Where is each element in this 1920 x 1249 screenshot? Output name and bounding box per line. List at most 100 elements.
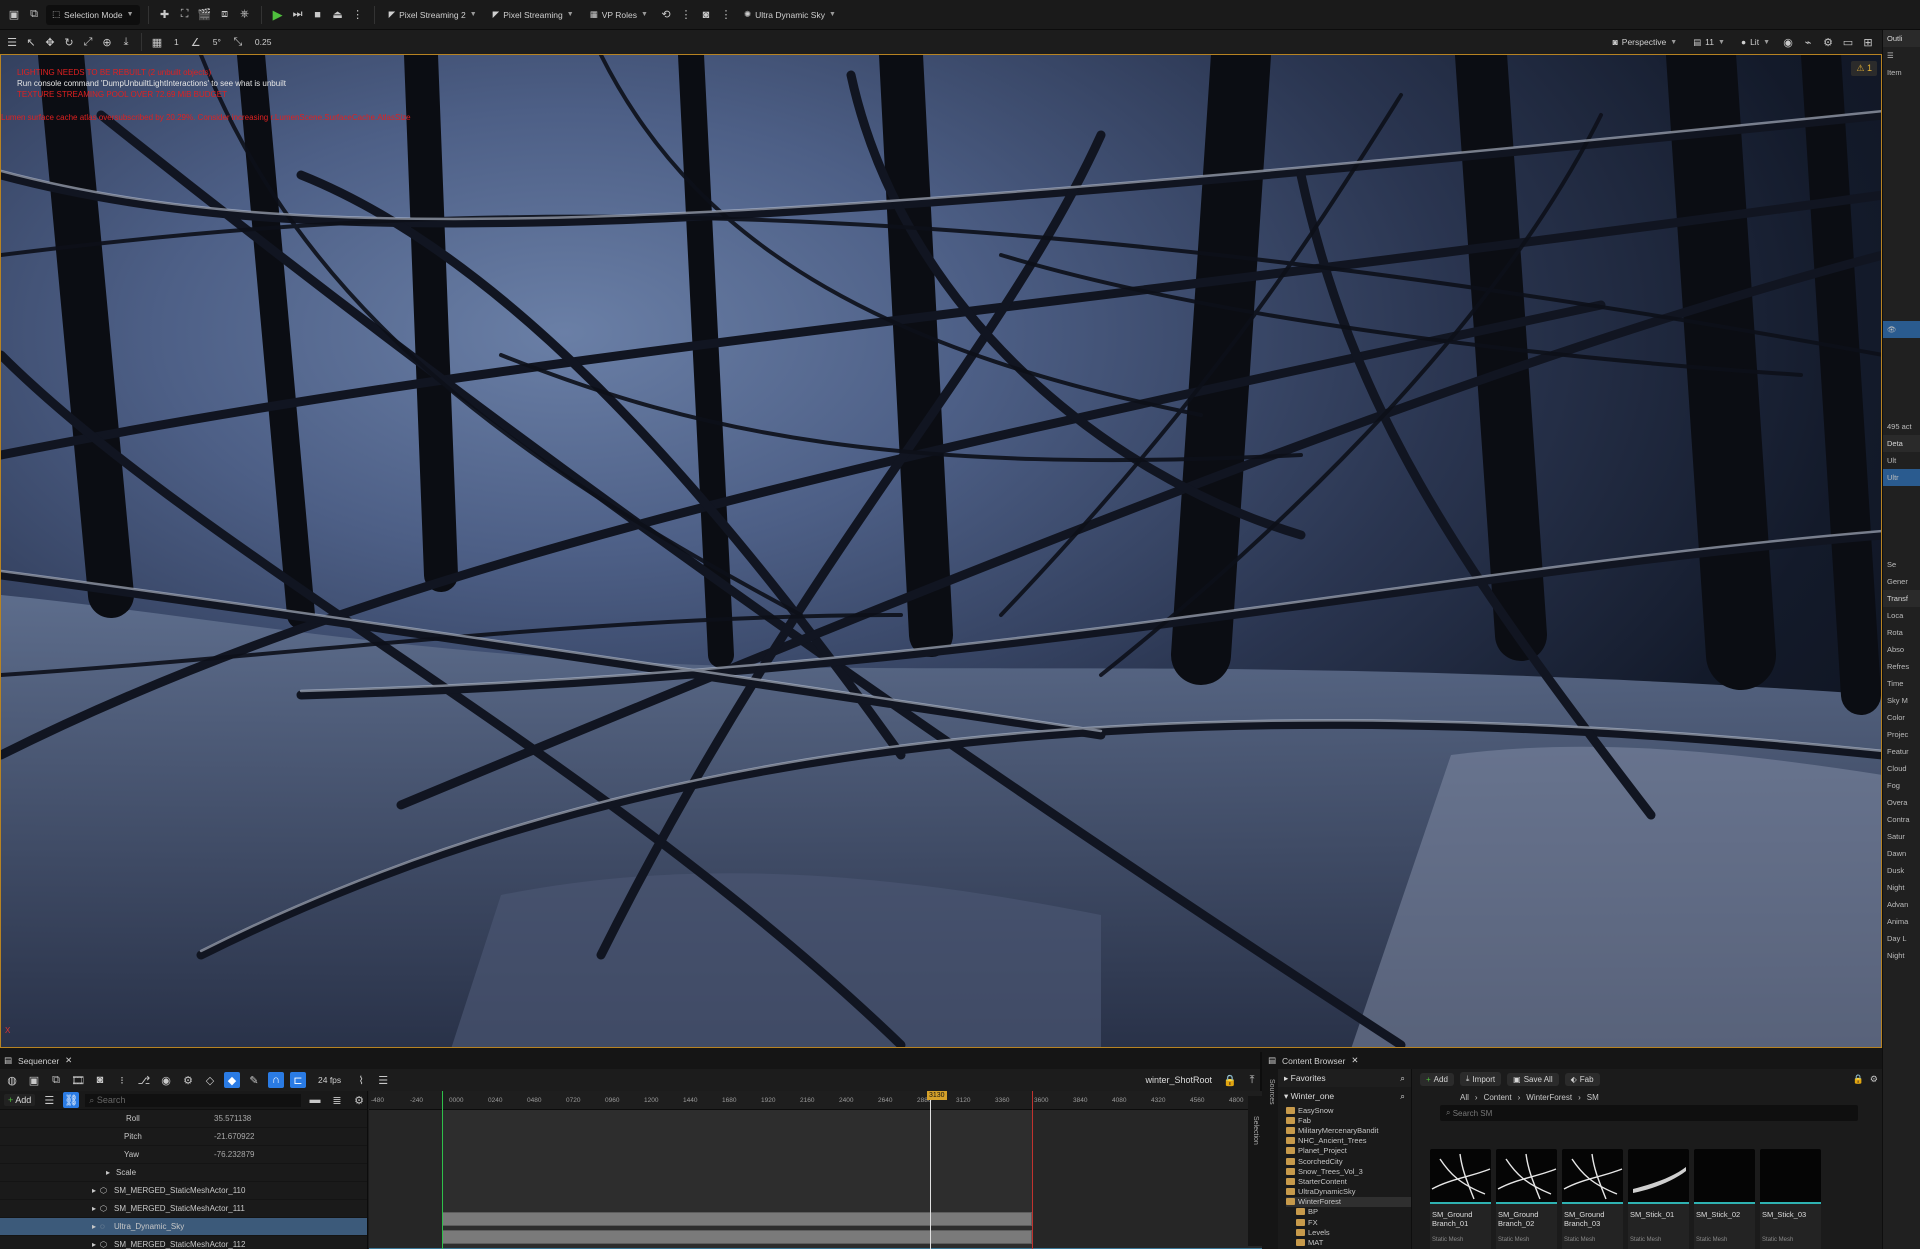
scale-snap-value[interactable]: 0.25: [249, 32, 278, 52]
close-icon[interactable]: ✕: [65, 1055, 72, 1066]
maximize-icon[interactable]: ⊞: [1860, 34, 1876, 50]
lit-dropdown[interactable]: ● Lit ▼: [1735, 32, 1776, 52]
key-icon[interactable]: ⎇: [136, 1072, 152, 1088]
settings-icon[interactable]: ⚙: [1870, 1074, 1882, 1085]
surface-snap-icon[interactable]: ⤓: [118, 34, 134, 50]
settings-icon[interactable]: ⚙: [1820, 34, 1836, 50]
lock-icon[interactable]: 🔒: [1853, 1074, 1864, 1085]
folder-item[interactable]: EasySnow: [1286, 1105, 1411, 1115]
add-actor-icon[interactable]: ✚: [157, 7, 173, 23]
eject-icon[interactable]: ⏏: [330, 7, 346, 23]
blueprint-icon[interactable]: ⛶: [177, 7, 193, 23]
settings-icon[interactable]: ⚙: [351, 1092, 367, 1108]
camera-icon[interactable]: ◙: [698, 7, 714, 23]
expand-icon[interactable]: ▸: [92, 1222, 96, 1231]
show-icon[interactable]: ◉: [1780, 34, 1796, 50]
asset-tile[interactable]: SM_Stick_01 Static Mesh: [1628, 1149, 1689, 1249]
asset-tile[interactable]: SM_Stick_02 Static Mesh: [1694, 1149, 1755, 1249]
layout-icon[interactable]: ▭: [1840, 34, 1856, 50]
stop-icon[interactable]: ■: [310, 7, 326, 23]
expand-icon[interactable]: ▸: [92, 1186, 96, 1195]
folder-item[interactable]: BP: [1286, 1207, 1411, 1217]
perspective-dropdown[interactable]: ◙ Perspective ▼: [1607, 32, 1684, 52]
sky-actor-dropdown[interactable]: ✺ Ultra Dynamic Sky ▼: [738, 5, 842, 25]
folder-item[interactable]: ScorchedCity: [1286, 1156, 1411, 1166]
outliner-list-lower[interactable]: [1883, 338, 1920, 418]
pixel-streaming-dropdown[interactable]: ◤ Pixel Streaming ▼: [487, 5, 580, 25]
keyframe-icon[interactable]: ◇: [202, 1072, 218, 1088]
realtime-icon[interactable]: ⌁: [1800, 34, 1816, 50]
folder-item[interactable]: MilitaryMercenaryBandit: [1286, 1125, 1411, 1135]
select-icon[interactable]: ↖: [23, 34, 39, 50]
lock-icon[interactable]: 🔒: [1222, 1072, 1238, 1088]
track-row-ultra-dynamic-sky[interactable]: ▸ ◌ Ultra_Dynamic_Sky: [0, 1218, 367, 1236]
folder-item[interactable]: Snow_Trees_Vol_3: [1286, 1166, 1411, 1176]
track-row-yaw[interactable]: Yaw -76.232879: [0, 1146, 367, 1164]
track-row-actor-112[interactable]: ▸ ⬡ SM_MERGED_StaticMeshActor_112: [0, 1236, 367, 1249]
track-row-scale[interactable]: ▸ Scale: [0, 1164, 367, 1182]
world-icon[interactable]: ◍: [4, 1072, 20, 1088]
track-value[interactable]: -21.670922: [214, 1132, 254, 1141]
screen-percentage-dropdown[interactable]: ▤ 11 ▼: [1687, 32, 1731, 52]
asset-search-input[interactable]: ⌕ Search SM: [1440, 1105, 1858, 1121]
folder-item[interactable]: StarterContent: [1286, 1176, 1411, 1186]
search-icon[interactable]: ⌕: [1400, 1073, 1411, 1084]
add-button[interactable]: + Add: [1420, 1072, 1454, 1086]
asset-tile[interactable]: SM_Ground Branch_03 Static Mesh: [1562, 1149, 1623, 1249]
project-section[interactable]: ▾ Winter_one ⌕: [1264, 1087, 1411, 1105]
folder-item[interactable]: UltraDynamicSky: [1286, 1187, 1411, 1197]
breadcrumb-item[interactable]: WinterForest: [1526, 1093, 1572, 1102]
folder-item[interactable]: Levels: [1286, 1227, 1411, 1237]
world-local-icon[interactable]: ⊕: [99, 34, 115, 50]
tab-details[interactable]: Deta: [1883, 435, 1920, 452]
selection-mode-dropdown[interactable]: ⬚ Selection Mode ▼: [46, 4, 140, 25]
asset-tile[interactable]: SM_Ground Branch_01 Static Mesh: [1430, 1149, 1491, 1249]
sequencer-search-input[interactable]: ⌕ Search: [85, 1093, 301, 1107]
favorites-section[interactable]: ▸ Favorites ⌕: [1264, 1069, 1411, 1087]
fps-dropdown[interactable]: 24 fps: [312, 1070, 347, 1090]
vp-roles-dropdown[interactable]: ▦ VP Roles ▼: [584, 5, 654, 25]
sources-sidebar[interactable]: Sources: [1264, 1069, 1278, 1249]
fab-button[interactable]: ⬖ Fab: [1564, 1072, 1600, 1086]
close-icon[interactable]: ✕: [1351, 1055, 1358, 1066]
pixel-streaming-2-dropdown[interactable]: ◤ Pixel Streaming 2 ▼: [383, 5, 483, 25]
source-control-icon[interactable]: ⟲: [658, 7, 674, 23]
brush-icon[interactable]: ✎: [246, 1072, 262, 1088]
import-button[interactable]: ⤓ Import: [1459, 1072, 1502, 1086]
outliner-selected-row[interactable]: 👁: [1883, 321, 1920, 338]
section-actor-110[interactable]: [442, 1212, 1032, 1226]
grid-snap-icon[interactable]: ▦: [149, 34, 165, 50]
track-row-actor-111[interactable]: ▸ ⬡ SM_MERGED_StaticMeshActor_111: [0, 1200, 367, 1218]
save-icon[interactable]: ▣: [26, 1072, 42, 1088]
sequencer-timeline[interactable]: -480 -240 0000 0240 0480 0720 0960 1200 1440 1680…: [369, 1091, 1262, 1249]
collapse-icon[interactable]: ▬: [307, 1092, 323, 1108]
tab-outliner[interactable]: Outli: [1883, 30, 1920, 47]
scale-snap-icon[interactable]: ⤡: [230, 34, 246, 50]
content-browser-tab[interactable]: ▤ Content Browser ✕: [1264, 1052, 1882, 1069]
folder-item[interactable]: NHC_Ancient_Trees: [1286, 1136, 1411, 1146]
details-general-tab[interactable]: Gener: [1883, 573, 1920, 590]
actions-icon[interactable]: ⁝: [114, 1072, 130, 1088]
playback-start-marker[interactable]: [442, 1091, 443, 1249]
rotation-snap-icon[interactable]: ∠: [188, 34, 204, 50]
filter-icon[interactable]: ☰: [41, 1092, 57, 1108]
selection-sidebar[interactable]: Selection: [1248, 1096, 1262, 1246]
rotate-icon[interactable]: ↻: [61, 34, 77, 50]
render-movie-icon[interactable]: 🎞: [70, 1072, 86, 1088]
outliner-list[interactable]: [1883, 81, 1920, 321]
component-tree[interactable]: [1883, 486, 1920, 556]
rotation-snap-value[interactable]: 5°: [207, 32, 227, 52]
add-track-button[interactable]: + Add: [4, 1094, 36, 1106]
search-icon[interactable]: ⌕: [1400, 1091, 1411, 1102]
filter-icon[interactable]: ☰: [1883, 47, 1920, 64]
view-options-icon[interactable]: ◉: [158, 1072, 174, 1088]
filter-icon[interactable]: ☰: [375, 1072, 391, 1088]
expand-icon[interactable]: ▸: [106, 1168, 110, 1177]
playback-end-marker[interactable]: [1032, 1091, 1033, 1249]
save-all-button[interactable]: ▣ Save All: [1507, 1072, 1559, 1086]
folder-item[interactable]: Fab: [1286, 1115, 1411, 1125]
scale-icon[interactable]: ⤢: [80, 34, 96, 50]
play-icon[interactable]: ▶: [270, 7, 286, 23]
more-icon[interactable]: ⋮: [718, 7, 734, 23]
camera-icon[interactable]: ◙: [92, 1072, 108, 1088]
